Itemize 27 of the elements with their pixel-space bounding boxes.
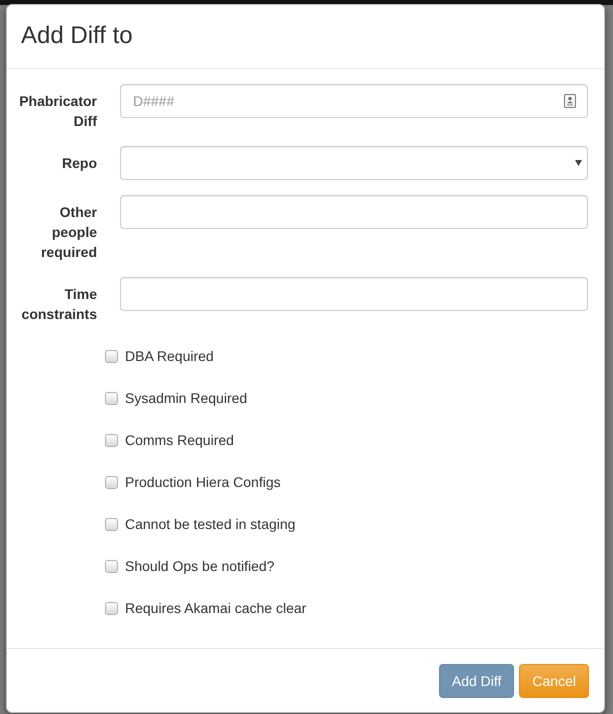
- checkbox[interactable]: [105, 476, 118, 488]
- checkbox-label: Cannot be tested in staging: [125, 515, 296, 534]
- dropdown-field[interactable]: [120, 146, 588, 180]
- cancel-button[interactable]: Cancel: [519, 664, 589, 698]
- text-field[interactable]: [120, 277, 588, 311]
- checkbox[interactable]: [105, 518, 118, 530]
- field-label: Repo: [61, 154, 97, 173]
- checkbox-label: Production Hiera Configs: [125, 473, 281, 492]
- field-label: Time constraints: [20, 285, 97, 324]
- field-label: Other people required: [40, 203, 97, 262]
- checkbox-label: Comms Required: [125, 431, 234, 450]
- checkbox-label: DBA Required: [125, 347, 214, 366]
- checkbox-label: Requires Akamai cache clear: [125, 599, 306, 618]
- checkbox[interactable]: [105, 392, 118, 404]
- checkbox-label: Sysadmin Required: [125, 389, 248, 408]
- checkbox[interactable]: [105, 602, 118, 614]
- dialog-title: Add Diff to: [21, 21, 133, 51]
- caret-icon: [575, 160, 582, 166]
- checkbox[interactable]: [105, 350, 118, 362]
- contact-card-icon[interactable]: [564, 94, 576, 108]
- checkbox[interactable]: [105, 560, 118, 572]
- text-field[interactable]: [120, 195, 588, 229]
- checkbox-label: Should Ops be notified?: [125, 557, 274, 576]
- field-label: Phabricator Diff: [18, 92, 97, 131]
- checkbox[interactable]: [105, 434, 118, 446]
- text-field[interactable]: D####: [120, 84, 588, 118]
- add-button[interactable]: Add Diff: [438, 664, 514, 698]
